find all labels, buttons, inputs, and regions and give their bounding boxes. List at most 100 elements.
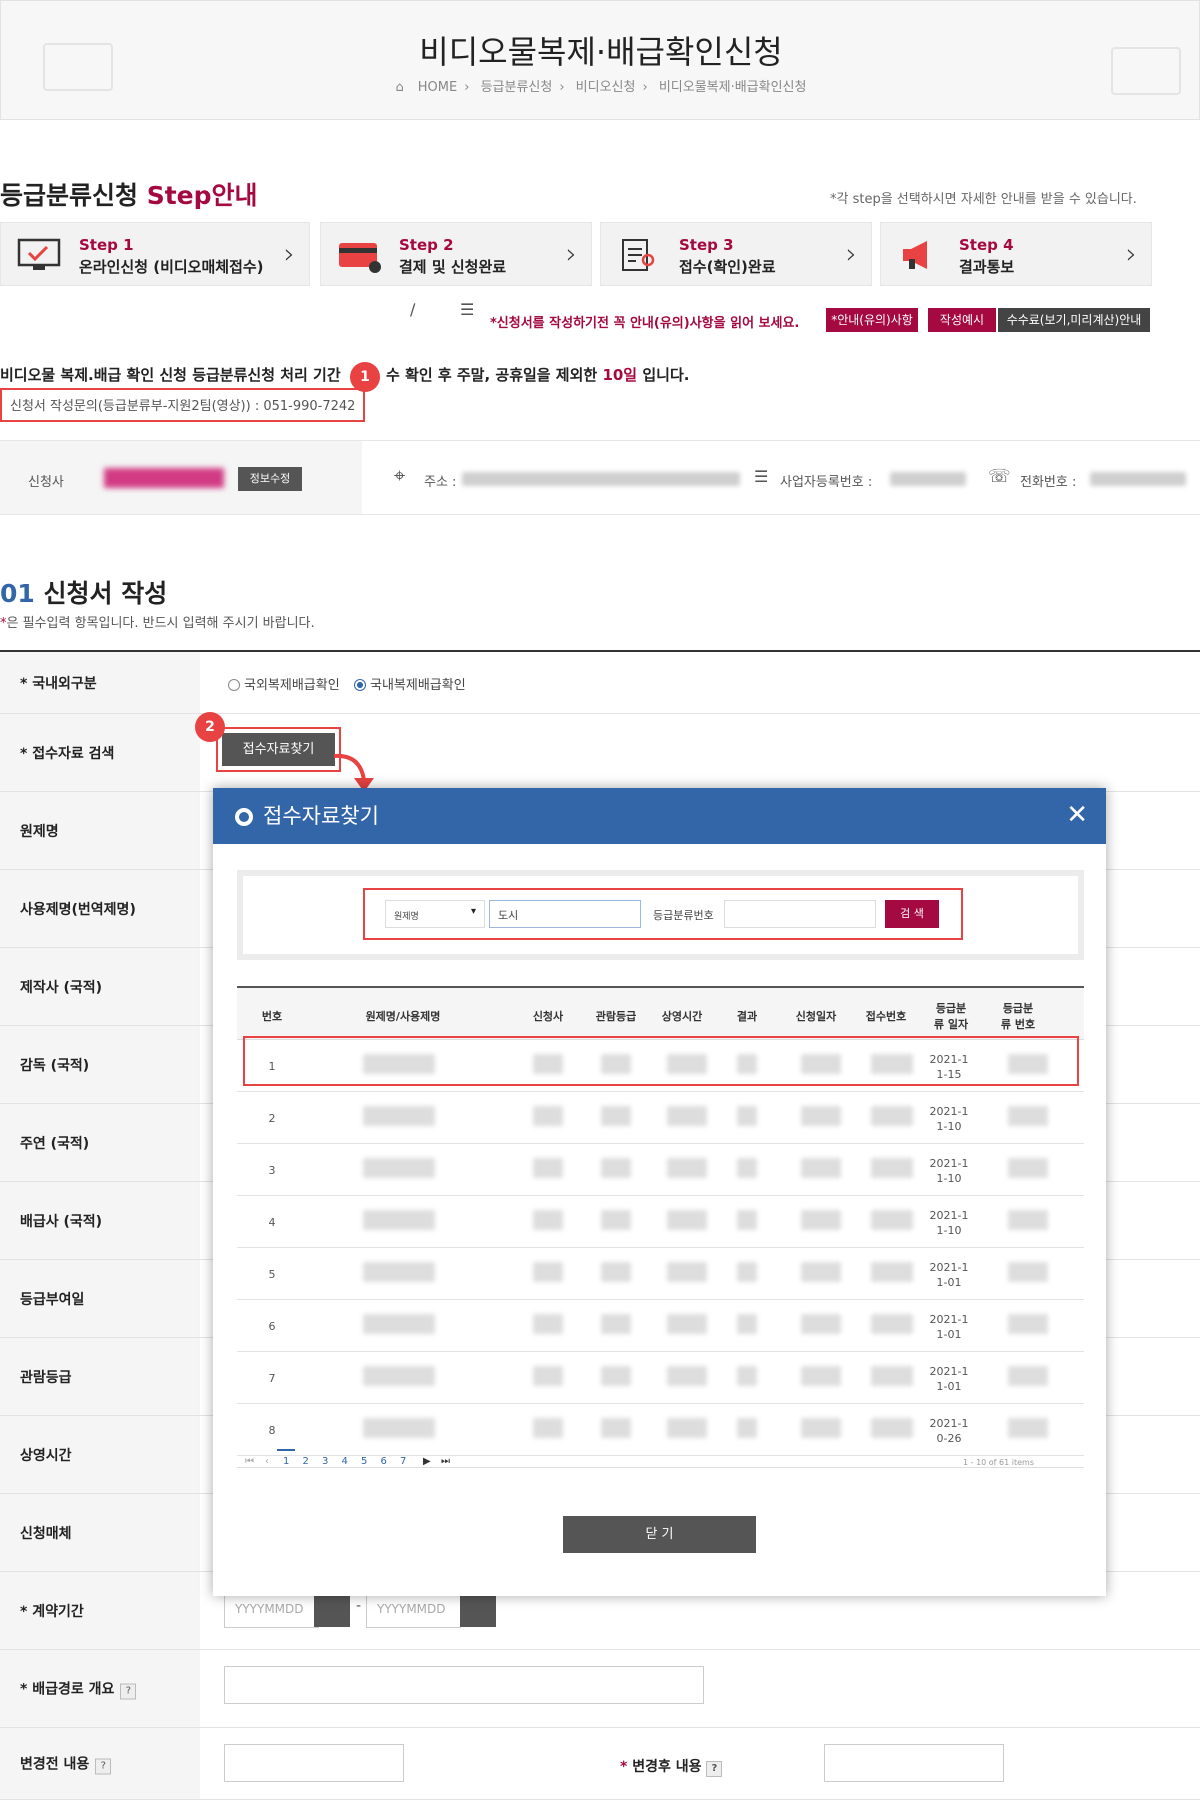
after-input[interactable] bbox=[824, 1744, 1004, 1782]
applicant-label: 신청사 bbox=[28, 475, 64, 490]
caret-down-icon: ▾ bbox=[470, 906, 476, 917]
modal-close-button[interactable]: 닫 기 bbox=[563, 1516, 756, 1553]
guide-button[interactable]: *안내(유의)사항 bbox=[826, 308, 918, 332]
field-label: 상영시간 bbox=[20, 1447, 72, 1464]
chevron-right-icon: › bbox=[1125, 237, 1137, 270]
table-row[interactable]: 7 2021-11-01 bbox=[237, 1352, 1084, 1404]
search-data-button[interactable]: 접수자료찾기 bbox=[222, 733, 335, 766]
prev-page-icon[interactable]: ‹ bbox=[265, 1456, 269, 1467]
redacted-cell bbox=[667, 1262, 707, 1282]
search-modal: 접수자료찾기 ✕ 원제명 ▾ 도시 등급분류번호 검 색 번호 원제명/사용제명 … bbox=[213, 788, 1106, 1596]
redacted-cell bbox=[801, 1366, 841, 1386]
table-row[interactable]: 6 2021-11-01 bbox=[237, 1300, 1084, 1352]
row-no: 5 bbox=[268, 1268, 276, 1281]
calendar-icon[interactable] bbox=[460, 1591, 496, 1627]
search-field-select[interactable]: 원제명 ▾ bbox=[385, 900, 485, 928]
col-no: 번호 bbox=[261, 1010, 283, 1023]
fee-button[interactable]: 수수료(보기,미리계산)안내 bbox=[998, 308, 1150, 332]
redacted-cell bbox=[1008, 1106, 1048, 1126]
row-no: 7 bbox=[268, 1372, 276, 1385]
phone-value bbox=[1090, 472, 1186, 486]
field-label: 등급부여일 bbox=[20, 1291, 85, 1308]
redacted-cell bbox=[801, 1106, 841, 1126]
page-link[interactable]: 2 bbox=[303, 1456, 309, 1467]
redacted-cell bbox=[801, 1262, 841, 1282]
grade-date: 2021-11-01 bbox=[929, 1365, 969, 1393]
field-label: 주연 (국적) bbox=[20, 1135, 90, 1152]
col-rating: 관람등급 bbox=[595, 1010, 637, 1023]
redacted-cell bbox=[533, 1418, 563, 1438]
redacted-cell bbox=[667, 1158, 707, 1178]
redacted-cell bbox=[871, 1106, 913, 1126]
redacted-cell bbox=[737, 1158, 757, 1178]
redacted-cell bbox=[871, 1158, 913, 1178]
field-label: 배급사 (국적) bbox=[20, 1213, 103, 1230]
route-input[interactable] bbox=[224, 1666, 704, 1704]
page-link[interactable]: 1 bbox=[283, 1456, 289, 1467]
search-input[interactable]: 도시 bbox=[489, 900, 641, 928]
form-row: * 국내외구분 bbox=[0, 652, 1200, 714]
col-receipt-no: 접수번호 bbox=[865, 1010, 907, 1023]
example-button[interactable]: 작성예시 bbox=[928, 308, 996, 332]
redacted-cell bbox=[667, 1314, 707, 1334]
breadcrumb-item[interactable]: 비디오신청 bbox=[576, 80, 636, 95]
redacted-cell bbox=[363, 1366, 435, 1386]
redacted-cell bbox=[801, 1314, 841, 1334]
step-1[interactable]: Step 1 온라인신청 (비디오매체접수) › bbox=[0, 222, 310, 286]
edit-info-button[interactable]: 정보수정 bbox=[238, 467, 302, 491]
close-icon[interactable]: ✕ bbox=[1066, 800, 1088, 830]
field-label: * 접수자료 검색 bbox=[20, 745, 115, 762]
help-icon[interactable]: ? bbox=[95, 1758, 112, 1774]
redacted-cell bbox=[801, 1158, 841, 1178]
grade-no-input[interactable] bbox=[724, 900, 876, 928]
redacted-cell bbox=[533, 1210, 563, 1230]
help-icon[interactable]: ? bbox=[120, 1683, 137, 1699]
address-label: 주소 : bbox=[424, 475, 457, 490]
modal-search-button[interactable]: 검 색 bbox=[885, 900, 939, 928]
table-row[interactable]: 4 2021-11-10 bbox=[237, 1196, 1084, 1248]
circle-icon bbox=[235, 808, 253, 826]
last-page-icon[interactable]: ⏭ bbox=[441, 1456, 450, 1467]
calendar-icon[interactable] bbox=[314, 1591, 350, 1627]
redacted-cell bbox=[667, 1418, 707, 1438]
breadcrumb-home[interactable]: HOME bbox=[418, 80, 457, 95]
page-link[interactable]: 3 bbox=[322, 1456, 328, 1467]
monitor-check-icon bbox=[17, 238, 61, 270]
redacted-cell bbox=[601, 1314, 631, 1334]
grade-no-label: 등급분류번호 bbox=[653, 909, 714, 922]
redacted-cell bbox=[601, 1158, 631, 1178]
table-row[interactable]: 2 2021-11-10 bbox=[237, 1092, 1084, 1144]
page-link[interactable]: 5 bbox=[361, 1456, 367, 1467]
breadcrumb-item[interactable]: 등급분류신청 bbox=[481, 80, 553, 95]
redacted-cell bbox=[1008, 1314, 1048, 1334]
step-2[interactable]: Step 2 결제 및 신청완료 › bbox=[320, 222, 592, 286]
list-icon: ☰ bbox=[754, 467, 769, 486]
page-link[interactable]: 7 bbox=[400, 1456, 406, 1467]
location-pin-icon: ⌖ bbox=[394, 463, 406, 487]
radio-foreign[interactable]: 국외복제배급확인 bbox=[228, 674, 340, 693]
home-icon: ⌂ bbox=[395, 80, 404, 95]
before-input[interactable] bbox=[224, 1744, 404, 1782]
step-4[interactable]: Step 4 결과통보 › bbox=[880, 222, 1152, 286]
steps-title: 등급분류신청 Step안내 bbox=[0, 181, 258, 210]
redacted-cell bbox=[801, 1418, 841, 1438]
megaphone-icon bbox=[903, 241, 927, 269]
page-link[interactable]: 6 bbox=[381, 1456, 387, 1467]
after-label: * 변경후 내용 ? bbox=[620, 1756, 723, 1777]
radio-domestic[interactable]: 국내복제배급확인 bbox=[354, 674, 466, 693]
applicant-name bbox=[104, 468, 224, 488]
redacted-cell bbox=[667, 1366, 707, 1386]
next-page-icon[interactable]: ▶ bbox=[423, 1456, 431, 1467]
redacted-cell bbox=[601, 1366, 631, 1386]
date-separator: - bbox=[356, 1598, 362, 1614]
redacted-cell bbox=[737, 1210, 757, 1230]
required-note: *은 필수입력 항목입니다. 반드시 입력해 주시기 바랍니다. bbox=[0, 616, 315, 631]
required-mark: * bbox=[20, 1681, 33, 1697]
step-3[interactable]: Step 3 접수(확인)완료 › bbox=[600, 222, 872, 286]
table-row[interactable]: 5 2021-11-01 bbox=[237, 1248, 1084, 1300]
first-page-icon[interactable]: ⏮ bbox=[245, 1456, 254, 1467]
redacted-cell bbox=[601, 1106, 631, 1126]
page-link[interactable]: 4 bbox=[342, 1456, 348, 1467]
table-row[interactable]: 3 2021-11-10 bbox=[237, 1144, 1084, 1196]
grade-date: 2021-11-01 bbox=[929, 1313, 969, 1341]
